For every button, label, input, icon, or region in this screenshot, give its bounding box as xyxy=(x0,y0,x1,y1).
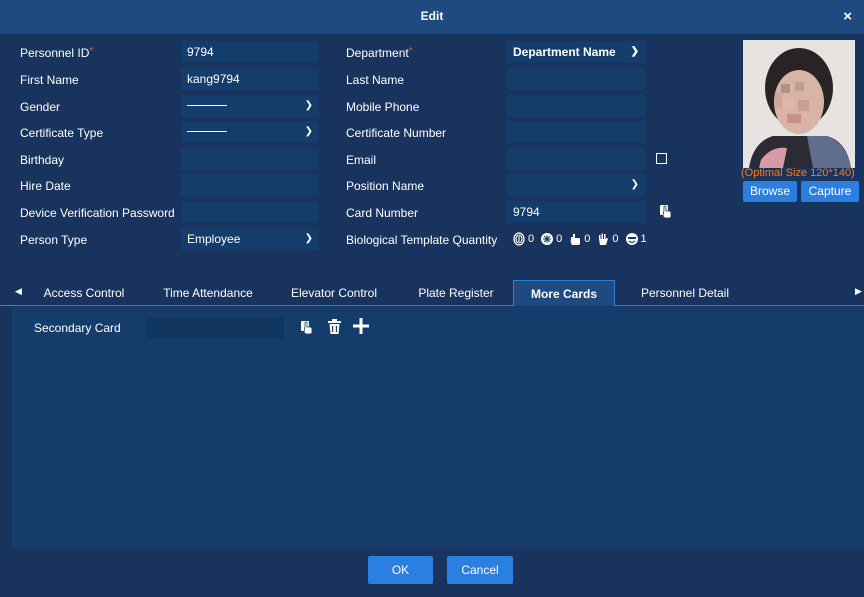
personnel-id-input[interactable]: 9794 xyxy=(181,41,319,63)
birthday-label: Birthday xyxy=(20,153,65,167)
certificate-type-empty-value xyxy=(187,131,227,133)
email-input[interactable] xyxy=(507,148,645,170)
card-number-label: Card Number xyxy=(346,206,419,220)
close-icon[interactable]: × xyxy=(843,9,852,25)
last-name-input[interactable] xyxy=(507,68,645,90)
personnel-id-label: Personnel ID* xyxy=(20,46,93,60)
certificate-number-label: Certificate Number xyxy=(346,126,447,140)
person-type-label: Person Type xyxy=(20,233,88,247)
department-label-text: Department xyxy=(346,46,409,60)
gender-empty-value xyxy=(187,105,227,107)
tab-more-cards[interactable]: More Cards xyxy=(513,280,615,307)
chevron-down-icon: ❯ xyxy=(304,126,313,137)
palm-vein-count: 0 xyxy=(612,233,619,245)
portrait-image xyxy=(743,40,855,168)
certificate-type-select[interactable]: ❯ xyxy=(181,121,319,143)
tab-scroll-right-icon[interactable]: ▶ xyxy=(855,286,862,297)
tab-elevator-control[interactable]: Elevator Control xyxy=(280,280,388,306)
required-marker: * xyxy=(89,46,94,57)
optimal-size-hint: (Optimal Size 120*140) xyxy=(741,167,855,179)
personnel-id-label-text: Personnel ID xyxy=(20,46,90,60)
chevron-down-icon: ❯ xyxy=(630,46,639,57)
first-name-label: First Name xyxy=(20,73,79,87)
last-name-label: Last Name xyxy=(346,73,405,87)
email-checkbox[interactable] xyxy=(656,153,667,164)
palm-icon xyxy=(570,234,581,245)
department-select[interactable]: Department Name ❯ xyxy=(507,41,645,63)
tab-bar: ◀ Access Control Time Attendance Elevato… xyxy=(0,280,864,307)
gender-label: Gender xyxy=(20,100,61,114)
position-name-select[interactable]: ❯ xyxy=(507,174,645,196)
face-count: 1 xyxy=(640,233,647,245)
department-value: Department Name xyxy=(513,45,616,59)
device-verification-password-label: Device Verification Password xyxy=(20,206,175,220)
card-reader-icon[interactable] xyxy=(300,319,314,338)
title-bar: Edit × xyxy=(0,0,864,34)
tab-personnel-detail[interactable]: Personnel Detail xyxy=(625,280,745,306)
chevron-down-icon: ❯ xyxy=(630,179,639,190)
certificate-number-input[interactable] xyxy=(507,121,645,143)
biological-template-counts: 0 0 0 0 1 xyxy=(512,231,651,247)
face-icon xyxy=(625,233,638,245)
required-marker: * xyxy=(408,46,413,57)
card-reader-glyph xyxy=(301,321,313,335)
finger-vein-icon xyxy=(541,233,554,245)
chevron-down-icon: ❯ xyxy=(304,100,313,111)
email-label: Email xyxy=(346,153,377,167)
secondary-card-label: Secondary Card xyxy=(34,321,121,335)
tab-time-attendance[interactable]: Time Attendance xyxy=(154,280,262,306)
biological-template-quantity-label: Biological Template Quantity xyxy=(346,233,498,247)
fingerprint-count: 0 xyxy=(528,233,535,245)
tab-plate-register[interactable]: Plate Register xyxy=(402,280,510,306)
department-label: Department* xyxy=(346,46,413,60)
gender-select[interactable]: ❯ xyxy=(181,95,319,117)
person-type-value: Employee xyxy=(187,232,241,246)
dialog-title: Edit xyxy=(420,9,444,23)
edit-personnel-dialog: Edit × Personnel ID* First Name Gender C… xyxy=(0,0,864,597)
personnel-photo xyxy=(743,40,855,168)
tab-access-control[interactable]: Access Control xyxy=(30,280,138,306)
position-name-label: Position Name xyxy=(346,179,425,193)
browse-button[interactable]: Browse xyxy=(743,181,797,202)
finger-vein-count: 0 xyxy=(556,233,563,245)
certificate-type-label: Certificate Type xyxy=(20,126,104,140)
device-verification-password-input[interactable] xyxy=(181,201,319,223)
first-name-input[interactable]: kang9794 xyxy=(181,68,319,90)
cancel-button[interactable]: Cancel xyxy=(447,556,513,584)
tab-scroll-left-icon[interactable]: ◀ xyxy=(15,286,22,297)
mobile-phone-label: Mobile Phone xyxy=(346,100,420,114)
more-cards-panel: Secondary Card xyxy=(12,306,864,548)
secondary-card-input[interactable] xyxy=(146,317,284,339)
card-reader-icon[interactable] xyxy=(659,203,673,222)
hire-date-input[interactable] xyxy=(181,174,319,196)
person-type-select[interactable]: Employee ❯ xyxy=(181,228,319,250)
palm-count: 0 xyxy=(584,233,591,245)
add-icon[interactable] xyxy=(353,318,369,337)
ok-button[interactable]: OK xyxy=(368,556,433,584)
capture-button[interactable]: Capture xyxy=(801,181,859,202)
hire-date-label: Hire Date xyxy=(20,179,71,193)
card-number-input[interactable]: 9794 xyxy=(507,201,645,223)
birthday-input[interactable] xyxy=(181,148,319,170)
trash-glyph xyxy=(328,319,341,334)
card-reader-glyph xyxy=(660,205,672,219)
fingerprint-icon xyxy=(513,232,525,246)
palm-vein-icon xyxy=(599,233,609,245)
plus-glyph xyxy=(353,318,369,334)
trash-icon[interactable] xyxy=(328,319,341,337)
chevron-down-icon: ❯ xyxy=(304,233,313,244)
mobile-phone-input[interactable] xyxy=(507,95,645,117)
